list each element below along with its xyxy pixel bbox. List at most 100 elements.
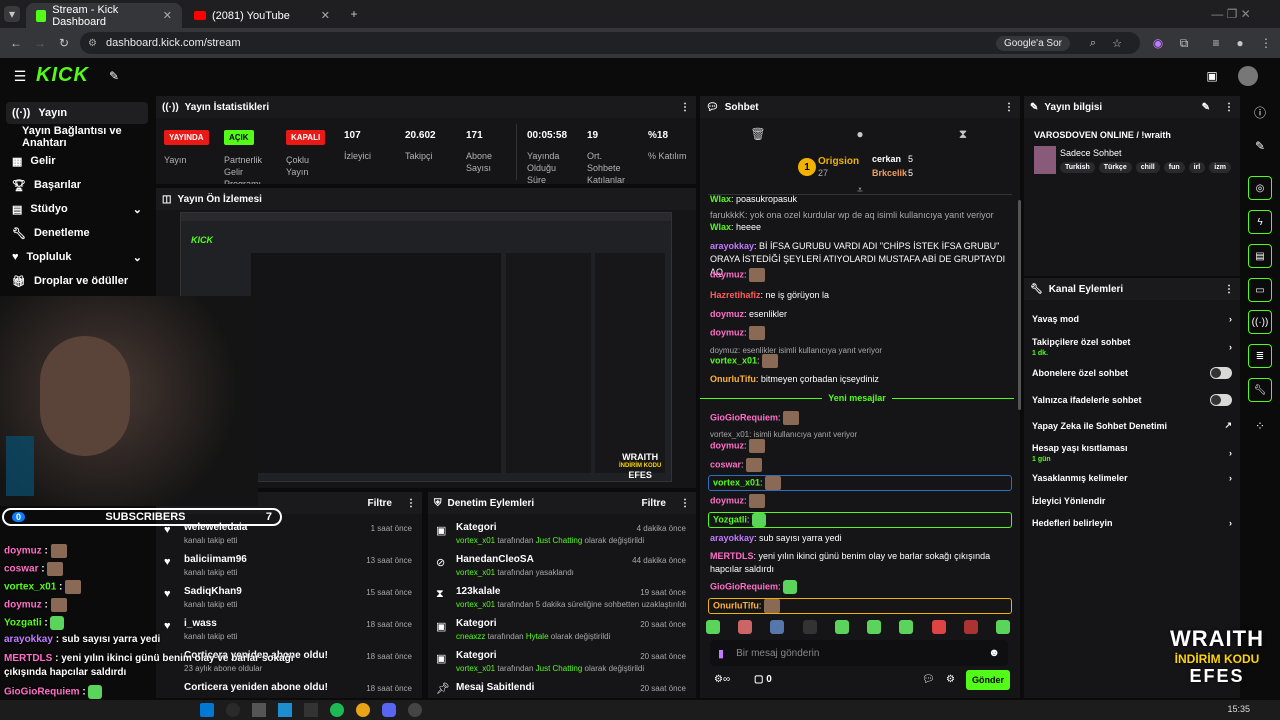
table-row[interactable]: ⊘ HanedanCleoSA vortex_x01 tarafından yasa… [428,552,696,584]
close-icon[interactable]: ✕ [321,9,330,22]
sidebar-item-yayin[interactable]: ((·)) Yayın [6,102,148,124]
sidebar-item-basarilar[interactable]: 🏆︎ Başarılar [6,174,148,196]
profile-icon[interactable]: ● [1232,35,1248,51]
top-gifter-2[interactable]: cerkan [872,154,901,164]
browser-menu-icon[interactable]: ⋮ [1258,35,1274,51]
filter-button[interactable]: Filtre [368,498,392,509]
list-icon[interactable]: ≣ [1248,344,1272,368]
lightning-icon[interactable]: ϟ [1248,210,1272,234]
banned-words-row[interactable]: Yasaklanmış kelimeler › [1026,473,1238,483]
toggle[interactable] [1210,367,1232,379]
top-gifter-3[interactable]: Brkcelik [872,168,907,178]
doc-icon[interactable]: ▤ [1248,244,1272,268]
zoom-icon[interactable]: ⌕ [1090,37,1096,50]
sidebar-item-topluluk[interactable]: ♥ Topluluk ⌄ [6,246,148,268]
address-bar[interactable]: ⚙ dashboard.kick.com/stream Google'a Sor… [80,32,1140,54]
tab-youtube[interactable]: (2081) YouTube ✕ [184,3,340,28]
top-gifter[interactable]: Origsion [818,156,859,167]
studio-icon[interactable]: ▣ [1204,68,1220,84]
new-tab-icon[interactable]: + [346,6,362,22]
subs-only-row[interactable]: Abonelere özel sohbet [1026,367,1238,379]
send-button[interactable]: Gönder [966,670,1010,690]
taskbar-apps[interactable] [200,703,422,717]
reload-icon[interactable]: ↻ [56,35,72,51]
more-icon[interactable]: ⋮ [406,498,416,509]
media-icon[interactable]: ≡ [1208,35,1224,51]
toggle[interactable] [1210,394,1232,406]
sidebar-item-denetleme[interactable]: 🔧︎ Denetleme [6,222,148,244]
sidebar-item-gelir[interactable]: ▦ Gelir [6,150,148,172]
bookmark-star-icon[interactable]: ☆ [1112,37,1122,50]
chat-input[interactable]: ▮ Bir mesaj gönderin ☻ [710,640,1008,666]
window-controls[interactable]: — ❐ ✕ [1196,6,1266,22]
account-age-row[interactable]: Hesap yaşı kısıtlaması 1 gün › [1026,442,1238,464]
list-item[interactable]: ♥ SadiqKhan9 kanalı takip etti 15 saat önce [156,584,422,616]
more-icon[interactable]: ⋮ [1224,102,1234,113]
chat-icon[interactable]: ▭ [1248,278,1272,302]
info-icon[interactable]: ⓘ [1250,104,1270,120]
followers-only-row[interactable]: Takipçilere özel sohbet 1 dk. › [1026,336,1238,358]
raid-row[interactable]: İzleyici Yönlendir [1026,496,1238,506]
chat-icon[interactable]: 💬︎ [922,674,935,685]
stream-icon[interactable]: ((·)) [1248,310,1272,334]
hamburger-menu-icon[interactable]: ☰ [12,68,28,84]
chat-message[interactable]: vortex_x01: [708,475,1012,491]
table-row[interactable]: ▣ Kategori vortex_x01 tarafından Just Chat… [428,648,696,680]
slow-mode-row[interactable]: Yavaş mod › [1026,314,1238,324]
site-info-icon[interactable]: ⚙ [88,38,97,49]
more-icon[interactable]: ⋮ [680,498,690,509]
hourglass-icon[interactable]: ⧗ [955,126,971,142]
more-icon[interactable]: ⋮ [680,102,690,113]
chat-message[interactable]: MERTDLS: yeni yılın ikinci günü benim ol… [710,550,1010,576]
chat-message[interactable]: doymuz: [710,494,1010,508]
pin-icon[interactable]: ✎ [106,68,122,84]
sidebar-item-stream-key[interactable]: Yayın Bağlantısı ve Anahtarı [6,125,148,149]
ai-moderation-row[interactable]: Yapay Zeka ile Sohbet Denetimi ↗ [1026,420,1238,431]
scene-icon[interactable]: ◎ [1248,176,1272,200]
table-row[interactable]: ⧗ 123kalale vortex_x01 tarafından 5 dakika… [428,584,696,616]
chat-message[interactable]: Hazretihafiz: ne iş görüyon la [710,289,1010,302]
chat-message[interactable]: arayokkay: sub sayısı yarra yedi [710,532,1010,545]
chat-message[interactable]: GioGioRequiem: [710,580,1010,594]
chat-bubble-icon[interactable]: ● [852,126,868,142]
close-icon[interactable]: ✕ [163,9,172,22]
extensions-puzzle-icon[interactable]: ⧉ [1176,35,1192,51]
chat-scrollbar[interactable] [1018,200,1021,410]
gear-icon[interactable]: ⚙ [946,674,955,685]
tab-kick[interactable]: Stream - Kick Dashboard ✕ [26,3,182,28]
google-ask-button[interactable]: Google'a Sor [995,35,1070,51]
chat-message[interactable]: doymuz: [710,326,1010,340]
chat-message[interactable]: OnurluTifu: bitmeyen çorbadan içseydiniz [710,373,1010,386]
table-row[interactable]: ▣ Kategori vortex_x01 tarafından Just Chat… [428,520,696,552]
chat-message[interactable]: doymuz: [710,439,1010,453]
chat-message[interactable]: Wlax: heeee [710,221,1010,234]
chat-message[interactable]: doymuz: [710,268,1010,282]
more-icon[interactable]: ⋮ [1004,102,1014,113]
chat-message[interactable]: vortex_x01: [710,354,1010,368]
goals-row[interactable]: Hedefleri belirleyin › [1026,518,1238,528]
kick-logo[interactable]: KICK [36,64,89,87]
chat-settings-icon[interactable]: ⚙∞ [714,674,730,685]
more-icon[interactable]: ⋮ [1224,284,1234,295]
list-item[interactable]: ♥ i_wass kanalı takip etti 18 saat önce [156,616,422,648]
emote-only-row[interactable]: Yalnızca ifadelerle sohbet [1026,394,1238,406]
pencil-icon[interactable]: ✎ [1202,102,1210,113]
dots-icon[interactable]: ⁘ [1250,418,1270,434]
wrench-icon[interactable]: 🔧︎ [1248,378,1272,402]
chat-message[interactable]: Yozgatli: [708,512,1012,528]
list-item[interactable]: ♥ baliciimam96 kanalı takip etti 13 saat ön… [156,552,422,584]
extension-icon[interactable]: ◉ [1150,35,1166,51]
emote-bar[interactable] [706,620,1010,634]
chat-message[interactable]: coswar: [710,458,1010,472]
chat-message[interactable]: GioGioRequiem: [710,411,1010,425]
emoji-icon[interactable]: ☻ [988,647,1000,659]
tab-list-icon[interactable]: ▾ [4,6,20,22]
back-icon[interactable]: ← [8,35,24,51]
pencil-icon[interactable]: ✎ [1250,138,1270,154]
chat-message[interactable]: doymuz: esenlikler [710,308,1010,321]
mic-icon[interactable]: ▮ [718,647,724,660]
trash-icon[interactable]: 🗑︎ [750,126,766,142]
sidebar-item-studyo[interactable]: ▤ Stüdyo ⌄ [6,198,148,220]
table-row[interactable]: ▣ Kategori cneaxzz tarafından Hytale olara… [428,616,696,648]
forward-icon[interactable]: → [32,35,48,51]
